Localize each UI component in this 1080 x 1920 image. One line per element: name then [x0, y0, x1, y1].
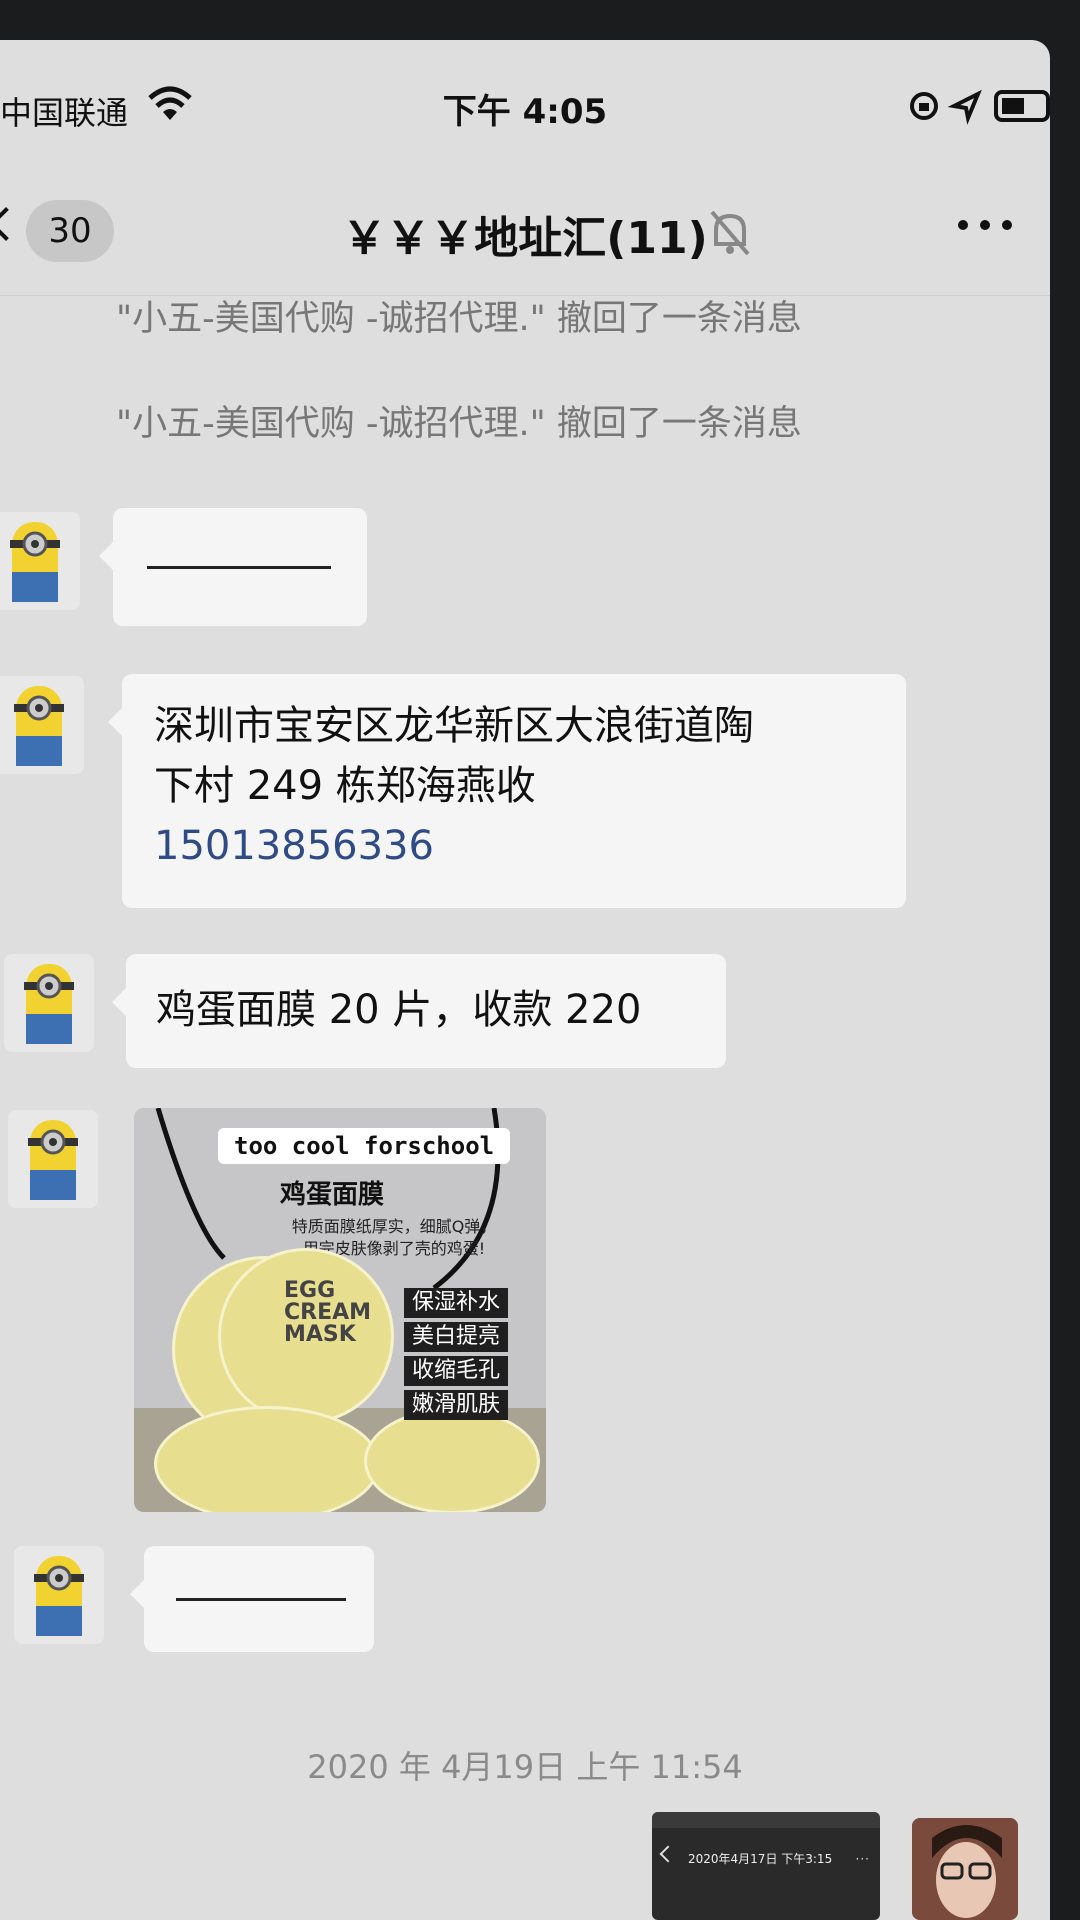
minion-avatar[interactable]: [14, 1546, 104, 1644]
status-bar: 中国联通 下午 4:05: [0, 40, 1050, 150]
more-options-icon[interactable]: [958, 214, 1016, 234]
recall-notice: "小五-美国代购 -诚招代理." 撤回了一条消息: [116, 299, 802, 339]
screenshot-status-bar: [652, 1812, 880, 1828]
group-title: ￥￥￥地址汇(11): [342, 213, 708, 264]
minion-icon: [34, 1556, 84, 1636]
feature-tag: 美白提亮: [404, 1322, 509, 1352]
minion-avatar[interactable]: [0, 676, 84, 774]
location-icon: [947, 89, 982, 125]
screenshot-date: 2020年4月17日 下午3:15: [688, 1852, 833, 1866]
chat-header: 30 ￥￥￥地址汇(11): [0, 150, 1050, 296]
mask-pack-label: EGG CREAM MASK: [284, 1278, 372, 1347]
mask-pack: [364, 1408, 540, 1512]
minion-avatar[interactable]: [0, 512, 80, 610]
screenshot-image-message[interactable]: 2020年4月17日 下午3:15 ···: [652, 1812, 880, 1920]
user-avatar[interactable]: [912, 1818, 1018, 1920]
person-photo-icon: [912, 1818, 1018, 1920]
back-chevron-icon: [659, 1845, 677, 1863]
dash-line: [147, 566, 331, 569]
order-text: 鸡蛋面膜 20 片，收款 220: [156, 987, 642, 1033]
message-bubble[interactable]: [99, 508, 367, 626]
minion-icon: [24, 964, 74, 1044]
feature-tag: 保湿补水: [404, 1288, 509, 1318]
address-line: 下村 249 栋郑海燕收: [154, 763, 536, 809]
more-options-icon: ···: [855, 1852, 870, 1866]
minion-icon: [10, 522, 60, 602]
status-icons: [910, 89, 1050, 125]
message-bubble[interactable]: 深圳市宝安区龙华新区大浪街道陶 下村 249 栋郑海燕收 15013856336: [108, 674, 906, 908]
brand-label: too cool forschool: [218, 1128, 511, 1164]
product-title: 鸡蛋面膜: [280, 1180, 385, 1210]
rotation-lock-icon: [910, 92, 938, 120]
feature-tag: 嫩滑肌肤: [404, 1390, 509, 1420]
feature-tag: 收缩毛孔: [404, 1356, 509, 1386]
recall-notice: "小五-美国代购 -诚招代理." 撤回了一条消息: [116, 404, 802, 444]
minion-avatar[interactable]: [8, 1110, 98, 1208]
phone-number-link[interactable]: 15013856336: [154, 816, 754, 876]
address-line: 深圳市宝安区龙华新区大浪街道陶: [154, 703, 754, 749]
muted-bell-icon: [710, 210, 750, 256]
product-image-message[interactable]: too cool forschool 鸡蛋面膜 特质面膜纸厚实，细腻Q弹， 用完…: [134, 1108, 546, 1512]
message-bubble[interactable]: 鸡蛋面膜 20 片，收款 220: [112, 954, 726, 1068]
minion-icon: [14, 686, 64, 766]
chat-timestamp: 2020 年 4月19日 上午 11:54: [307, 1748, 743, 1786]
minion-icon: [28, 1120, 78, 1200]
message-bubble[interactable]: [130, 1546, 374, 1652]
clock: 下午 4:05: [442, 92, 608, 132]
dash-line: [176, 1598, 346, 1601]
mask-pack: [154, 1406, 380, 1512]
chat-screen: 中国联通 下午 4:05 30 ￥￥￥地址汇(11) "小五-美国代购 -诚招代…: [0, 40, 1050, 1920]
minion-avatar[interactable]: [4, 954, 94, 1052]
